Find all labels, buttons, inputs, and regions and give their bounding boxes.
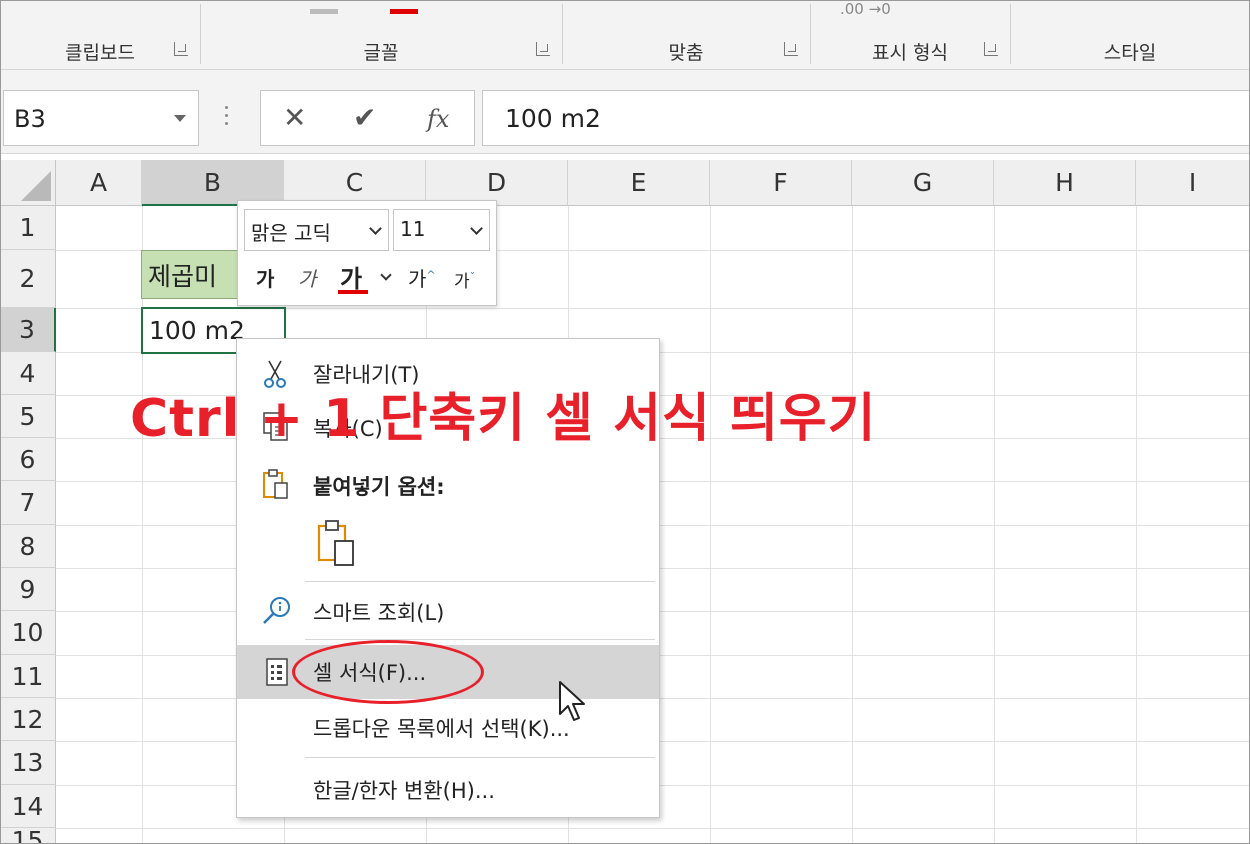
font-size-value: 11 xyxy=(400,217,426,241)
row-header-7[interactable]: 7 xyxy=(0,481,56,525)
italic-button[interactable]: 가 xyxy=(298,263,316,292)
paste-button-icon[interactable] xyxy=(315,519,359,567)
ribbon-group-styles: 스타일 xyxy=(1010,0,1250,70)
menu-item-label: 한글/한자 변환(H)... xyxy=(313,779,495,803)
increase-font-button[interactable]: 가^ xyxy=(408,263,436,292)
row-header-14[interactable]: 14 xyxy=(0,785,56,828)
formula-bar: B3 ✕ ✔ fx 100 m2 xyxy=(0,70,1250,154)
font-size-select[interactable]: 11 xyxy=(393,209,490,251)
chevron-down-icon[interactable] xyxy=(380,269,392,281)
row-header-13[interactable]: 13 xyxy=(0,741,56,785)
row-header-10[interactable]: 10 xyxy=(0,611,56,655)
group-label-font: 글꼴 xyxy=(363,42,399,64)
chevron-down-icon[interactable] xyxy=(174,115,186,122)
dialog-launcher-icon[interactable] xyxy=(984,42,998,56)
column-header-a[interactable]: A xyxy=(56,160,142,206)
row-header-6[interactable]: 6 xyxy=(0,438,56,481)
menu-item-paste-options: 붙여넣기 옵션: xyxy=(237,459,659,509)
dialog-launcher-icon[interactable] xyxy=(174,42,188,56)
dialog-launcher-icon[interactable] xyxy=(784,42,798,56)
menu-item-hangul-hanja[interactable]: 한글/한자 변환(H)... xyxy=(237,763,659,813)
menu-separator xyxy=(305,757,655,758)
row-header-1[interactable]: 1 xyxy=(0,206,56,250)
formula-content: 100 m2 xyxy=(505,104,601,133)
row-header-15[interactable]: 15 xyxy=(0,828,56,844)
format-cells-icon xyxy=(266,658,288,686)
ribbon-group-font: 글꼴 xyxy=(200,0,562,70)
row-header-5[interactable]: 5 xyxy=(0,395,56,438)
group-label-styles: 스타일 xyxy=(1103,42,1157,64)
ribbon-group-number: .00 →0 표시 형식 xyxy=(810,0,1010,70)
group-label-clipboard: 클립보드 xyxy=(65,42,135,64)
menu-item-label: 붙여넣기 옵션: xyxy=(313,475,445,499)
menu-separator xyxy=(305,639,655,640)
row-header-12[interactable]: 12 xyxy=(0,698,56,741)
chevron-down-icon[interactable] xyxy=(470,222,483,235)
enter-icon[interactable]: ✔ xyxy=(353,101,376,134)
menu-item-label: 스마트 조회(L) xyxy=(313,601,445,625)
row-header-9[interactable]: 9 xyxy=(0,568,56,611)
menu-item-smart-lookup[interactable]: 스마트 조회(L) xyxy=(237,585,659,635)
drag-handle-icon[interactable] xyxy=(225,106,229,126)
dialog-launcher-icon[interactable] xyxy=(536,42,550,56)
name-box[interactable]: B3 xyxy=(3,90,199,146)
annotation-caption: Ctrl + 1 단축키 셀 서식 띄우기 xyxy=(130,389,877,449)
menu-item-pick-from-dropdown[interactable]: 드롭다운 목록에서 선택(K)... xyxy=(237,701,659,751)
name-box-value: B3 xyxy=(14,105,46,133)
column-header-g[interactable]: G xyxy=(852,160,994,206)
decrease-font-button[interactable]: 가ˇ xyxy=(454,267,475,292)
column-header-h[interactable]: H xyxy=(994,160,1136,206)
row-header-2[interactable]: 2 xyxy=(0,250,56,308)
column-header-i[interactable]: I xyxy=(1136,160,1250,206)
group-label-number: 표시 형식 xyxy=(872,42,948,64)
mouse-cursor-icon xyxy=(559,681,585,721)
group-label-alignment: 맞춤 xyxy=(668,42,704,64)
font-name-value: 맑은 고딕 xyxy=(251,221,331,245)
highlight-ellipse xyxy=(292,640,484,704)
font-color-swatch xyxy=(338,290,368,294)
chevron-down-icon[interactable] xyxy=(369,222,382,235)
row-header-3[interactable]: 3 xyxy=(0,308,56,352)
paste-icon xyxy=(263,469,288,499)
mini-toolbar: 맑은 고딕 11 가 가 가 가^ 가ˇ xyxy=(237,200,497,306)
column-header-f[interactable]: F xyxy=(710,160,852,206)
row-header-4[interactable]: 4 xyxy=(0,352,56,395)
ribbon: 클립보드 글꼴 맞춤 .00 →0 표시 형식 스타일 xyxy=(0,0,1250,70)
ribbon-group-alignment: 맞춤 xyxy=(562,0,810,70)
row-header-11[interactable]: 11 xyxy=(0,655,56,698)
insert-function-icon[interactable]: fx xyxy=(427,105,449,133)
cancel-icon[interactable]: ✕ xyxy=(283,101,306,134)
bold-button[interactable]: 가 xyxy=(256,263,274,292)
smart-lookup-icon xyxy=(263,597,290,624)
decimal-buttons[interactable]: .00 →0 xyxy=(840,0,891,18)
menu-item-label: 드롭다운 목록에서 선택(K)... xyxy=(313,717,570,741)
column-header-e[interactable]: E xyxy=(568,160,710,206)
select-all-button[interactable] xyxy=(0,160,56,206)
font-color-button[interactable]: 가 xyxy=(340,259,362,294)
font-name-select[interactable]: 맑은 고딕 xyxy=(244,209,389,251)
formula-buttons: ✕ ✔ fx xyxy=(260,90,475,146)
menu-separator xyxy=(305,581,655,582)
gridline xyxy=(56,828,1250,829)
row-header-8[interactable]: 8 xyxy=(0,525,56,568)
ribbon-group-clipboard: 클립보드 xyxy=(0,0,200,70)
formula-input[interactable]: 100 m2 xyxy=(482,90,1250,146)
